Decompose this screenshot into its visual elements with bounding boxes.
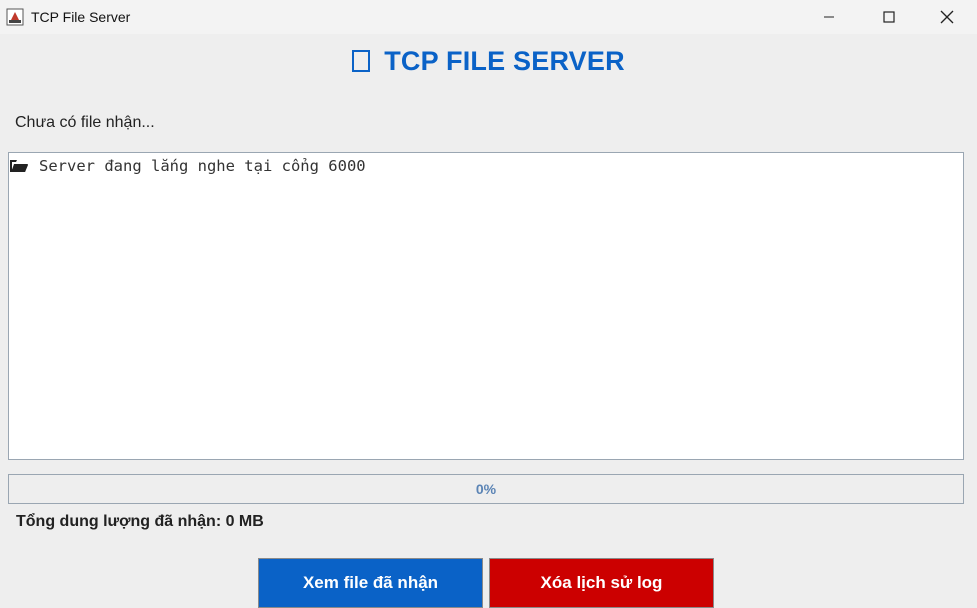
page-title-text: TCP FILE SERVER (384, 46, 625, 76)
close-button[interactable] (924, 0, 970, 34)
log-text-area[interactable]: Server đang lắng nghe tại cổng 6000 (8, 152, 964, 460)
progress-bar: 0% (8, 474, 964, 504)
log-line: Server đang lắng nghe tại cổng 6000 (9, 157, 366, 175)
clear-log-button[interactable]: Xóa lịch sử log (489, 558, 714, 608)
progress-label: 0% (475, 481, 497, 497)
open-folder-icon (10, 160, 28, 172)
maximize-button[interactable] (866, 0, 912, 34)
window-title: TCP File Server (31, 9, 131, 25)
view-received-files-button[interactable]: Xem file đã nhận (258, 558, 483, 608)
close-icon (940, 10, 954, 24)
page-title: TCP FILE SERVER (0, 46, 977, 77)
status-label: Chưa có file nhận... (15, 114, 155, 131)
total-received-label: Tổng dung lượng đã nhận: 0 MB (16, 513, 264, 530)
minimize-icon (824, 16, 834, 18)
minimize-button[interactable] (806, 0, 852, 34)
title-bar: TCP File Server (0, 0, 977, 34)
missing-glyph-icon (352, 50, 371, 72)
java-app-icon (6, 8, 24, 26)
maximize-icon (883, 11, 895, 23)
log-line-text: Server đang lắng nghe tại cổng 6000 (39, 157, 366, 175)
